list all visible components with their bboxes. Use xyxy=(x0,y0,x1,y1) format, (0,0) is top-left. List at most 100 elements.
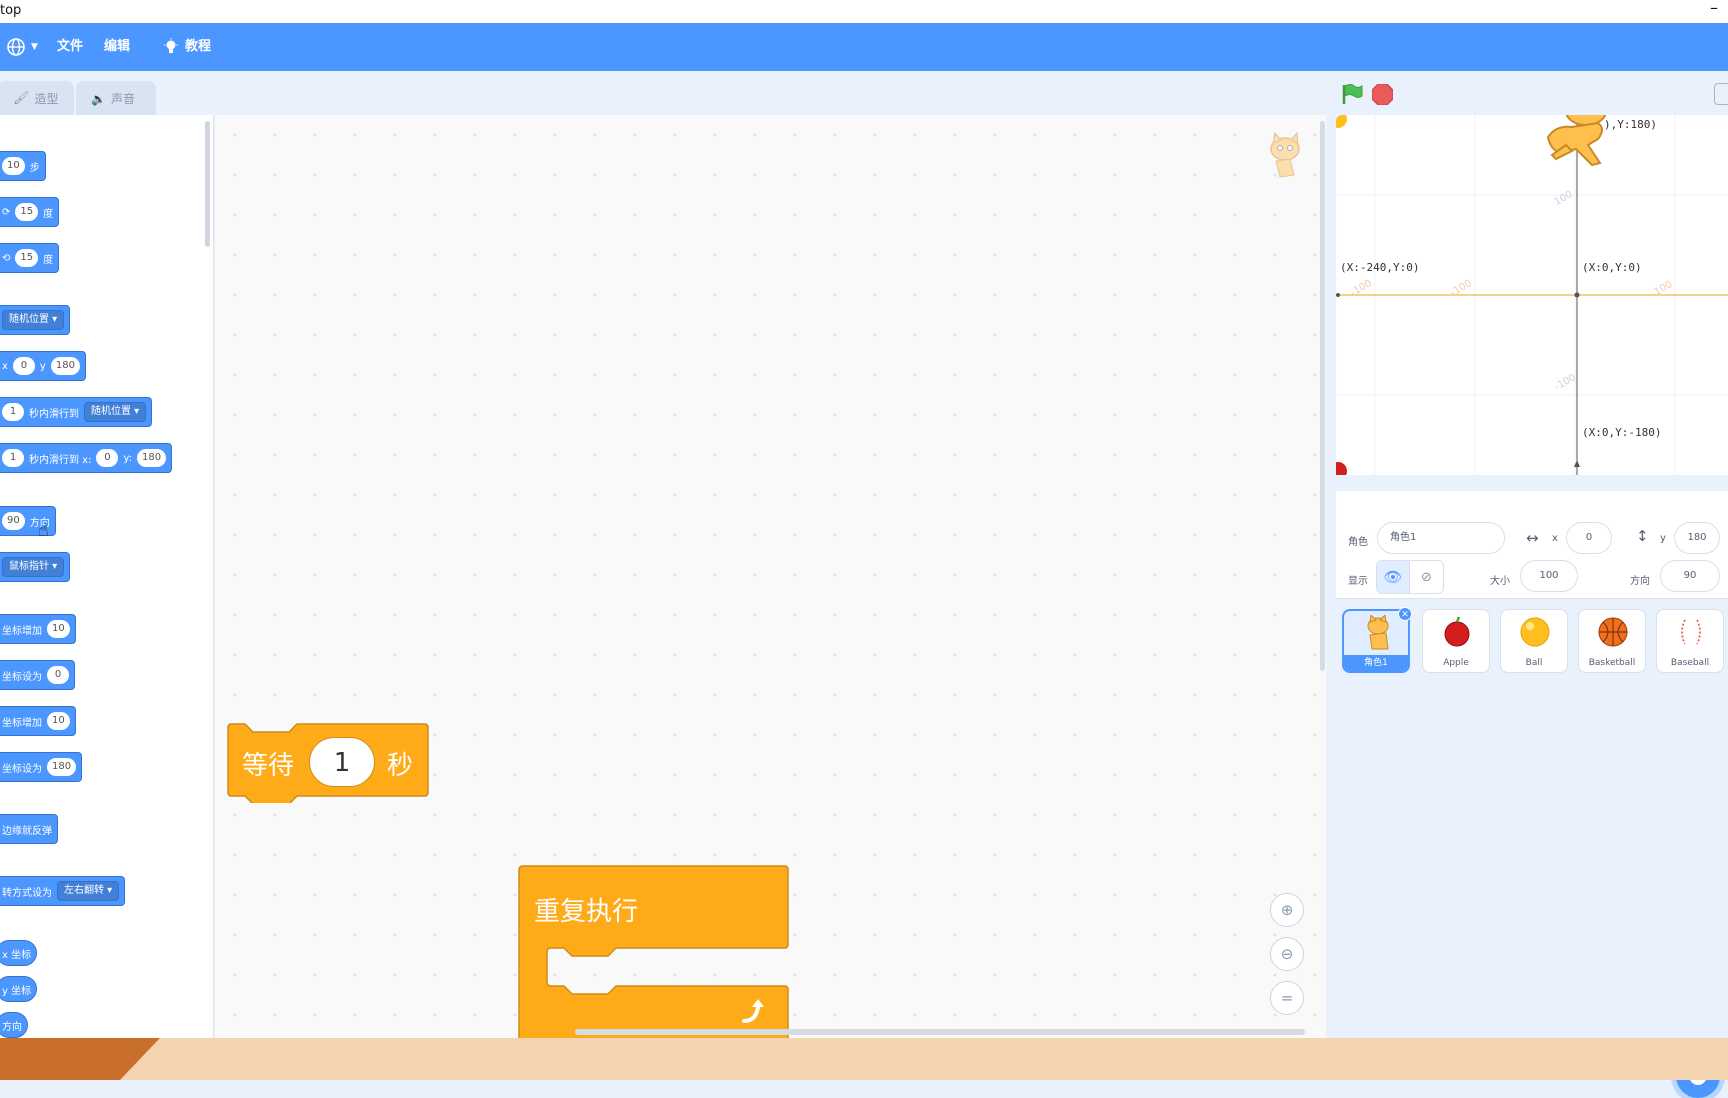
sprite-tile[interactable]: Basketball xyxy=(1578,609,1646,673)
menu-edit[interactable]: 编辑 xyxy=(104,23,130,71)
direction-label: 方向 xyxy=(1630,576,1650,587)
zoom-reset-button[interactable]: = xyxy=(1270,981,1304,1015)
block-glide-to-xy[interactable]: 1 秒内滑行到 x: 0 y: 180 xyxy=(0,443,173,473)
goto-target-value: 随机位置 xyxy=(9,314,49,325)
block-point-towards[interactable]: 鼠标指针 ▾ xyxy=(0,552,71,582)
sprite-name-input[interactable]: 角色1 xyxy=(1377,522,1505,554)
turn-right-unit: 度 xyxy=(43,208,54,220)
delete-sprite-icon[interactable]: ✕ xyxy=(1398,607,1412,621)
tab-sounds[interactable]: 🔈 声音 xyxy=(76,81,156,115)
forever-label: 重复执行 xyxy=(534,897,639,927)
block-glide-to[interactable]: 1 秒内滑行到 随机位置 ▾ xyxy=(0,397,153,427)
language-menu[interactable]: ▼ xyxy=(6,23,38,71)
eye-off-icon: ⊘ xyxy=(1421,569,1432,585)
set-y-text: 坐标设为 xyxy=(2,763,42,775)
change-x-text: 坐标增加 xyxy=(2,625,42,637)
sprite-tile-name: Ball xyxy=(1525,658,1543,668)
y-arrows-icon: ↕ xyxy=(1636,527,1649,545)
goto-x-input[interactable]: 0 xyxy=(12,357,35,375)
rotation-text: 转方式设为 xyxy=(2,887,52,899)
x-input[interactable]: 0 xyxy=(1566,522,1612,554)
stage-canvas[interactable]: ),Y:180) (X:-240,Y:0) (X:0,Y:0) (X:0,Y:-… xyxy=(1336,115,1728,475)
size-input[interactable]: 100 xyxy=(1520,560,1578,592)
wait-unit: 秒 xyxy=(387,751,414,781)
glide2-x-input[interactable]: 0 xyxy=(96,449,119,467)
green-flag-icon[interactable] xyxy=(1341,83,1363,105)
sprite-tile[interactable]: Baseball xyxy=(1656,609,1724,673)
chevron-down-icon: ▼ xyxy=(31,42,38,52)
show-label: 显示 xyxy=(1348,576,1368,587)
size-label: 大小 xyxy=(1490,576,1510,587)
block-goto[interactable]: 随机位置 ▾ xyxy=(0,305,71,335)
zoom-reset-icon: = xyxy=(1280,989,1294,1007)
move-steps-unit: 步 xyxy=(29,162,40,174)
point-towards-dropdown[interactable]: 鼠标指针 ▾ xyxy=(2,557,65,577)
glide1-target-dropdown[interactable]: 随机位置 ▾ xyxy=(84,402,147,422)
stage-label-center: (X:0,Y:0) xyxy=(1582,261,1642,274)
menu-file[interactable]: 文件 xyxy=(57,23,83,71)
change-y-input[interactable]: 10 xyxy=(47,712,70,730)
sprite-tile-name: Basketball xyxy=(1588,658,1636,668)
zoom-in-button[interactable]: ⊕ xyxy=(1270,893,1304,927)
sprite-tile[interactable]: Apple xyxy=(1422,609,1490,673)
code-workspace[interactable]: 等待 1 秒 重复执行 ⊕ ⊖ = xyxy=(215,115,1326,1038)
tab-costumes[interactable]: 🖌 造型 xyxy=(0,81,74,115)
block-change-x[interactable]: 坐标增加 10 xyxy=(0,614,76,644)
block-set-y[interactable]: 坐标设为 180 xyxy=(0,752,83,782)
reporter-direction[interactable]: 方向 xyxy=(0,1012,28,1038)
baseball-icon xyxy=(1681,619,1701,645)
block-forever[interactable]: 重复执行 xyxy=(518,865,790,1038)
block-change-y[interactable]: 坐标增加 10 xyxy=(0,706,76,736)
block-wait[interactable]: 等待 1 秒 xyxy=(227,723,429,803)
set-x-input[interactable]: 0 xyxy=(47,666,69,684)
goto-target-dropdown[interactable]: 随机位置 ▾ xyxy=(2,310,65,330)
block-turn-right[interactable]: ⟳ 15 度 xyxy=(0,197,60,227)
turn-left-input[interactable]: 15 xyxy=(15,249,39,267)
reporter-y-position[interactable]: y 坐标 xyxy=(0,976,38,1002)
workspace-scrollbar-h[interactable] xyxy=(575,1029,1305,1035)
editor-body: 🖌 造型 🔈 声音 10 步 ⟳ 15 度 ⟲ 15 度 随机位置 ▾ x 0 … xyxy=(0,71,1728,1098)
change-x-input[interactable]: 10 xyxy=(47,620,70,638)
rotate-ccw-icon: ⟲ xyxy=(2,252,11,264)
reporter-x-position[interactable]: x 坐标 xyxy=(0,940,38,966)
menu-tutorials[interactable]: 教程 xyxy=(162,23,211,71)
y-input[interactable]: 180 xyxy=(1674,522,1720,554)
glide2-secs-input[interactable]: 1 xyxy=(2,449,24,467)
sprite-tile[interactable]: Ball xyxy=(1500,609,1568,673)
point-dir-input[interactable]: 90 xyxy=(2,512,25,530)
sprite-name-label: 角色 xyxy=(1348,537,1368,548)
block-rotation-style[interactable]: 转方式设为 左右翻转 ▾ xyxy=(0,876,126,906)
lightbulb-icon xyxy=(164,38,178,53)
block-palette: 10 步 ⟳ 15 度 ⟲ 15 度 随机位置 ▾ x 0 y 180 1 秒内… xyxy=(0,115,214,1038)
show-visible-button[interactable]: 👁 xyxy=(1377,561,1411,593)
basketball-icon xyxy=(1598,617,1628,647)
rotation-dropdown[interactable]: 左右翻转 ▾ xyxy=(57,881,120,901)
hand-cursor-icon: ☝ xyxy=(38,520,49,541)
zoom-out-button[interactable]: ⊖ xyxy=(1270,937,1304,971)
palette-scrollbar[interactable] xyxy=(205,121,210,247)
glide1-secs-input[interactable]: 1 xyxy=(2,403,24,421)
move-steps-input[interactable]: 10 xyxy=(2,157,25,175)
block-set-x[interactable]: 坐标设为 0 xyxy=(0,660,75,690)
glide1-target-value: 随机位置 xyxy=(91,406,131,417)
workspace-scrollbar-v[interactable] xyxy=(1320,121,1325,671)
turn-right-input[interactable]: 15 xyxy=(15,203,39,221)
block-bounce[interactable]: 边缘就反弹 xyxy=(0,814,58,844)
block-move-steps[interactable]: 10 步 xyxy=(0,151,46,181)
sprite-list: ✕ 角色1 Apple Ball Basketball Baseball + xyxy=(1336,599,1728,1098)
direction-input[interactable]: 90 xyxy=(1660,560,1720,592)
stage-mode-button[interactable] xyxy=(1714,83,1728,105)
minimize-button[interactable]: – xyxy=(1710,0,1718,17)
sprite-tile[interactable]: ✕ 角色1 xyxy=(1342,607,1412,673)
show-hidden-button[interactable]: ⊘ xyxy=(1410,561,1443,593)
set-y-input[interactable]: 180 xyxy=(47,758,77,776)
change-y-text: 坐标增加 xyxy=(2,717,42,729)
wait-seconds-input[interactable]: 1 xyxy=(309,737,375,787)
reporter-x-label: x 坐标 xyxy=(2,949,32,961)
stop-icon[interactable] xyxy=(1372,84,1393,105)
goto-y-input[interactable]: 180 xyxy=(50,357,80,375)
block-goto-xy[interactable]: x 0 y 180 xyxy=(0,351,86,381)
block-turn-left[interactable]: ⟲ 15 度 xyxy=(0,243,60,273)
glide2-y-input[interactable]: 180 xyxy=(137,449,167,467)
window-title: top xyxy=(0,3,22,18)
